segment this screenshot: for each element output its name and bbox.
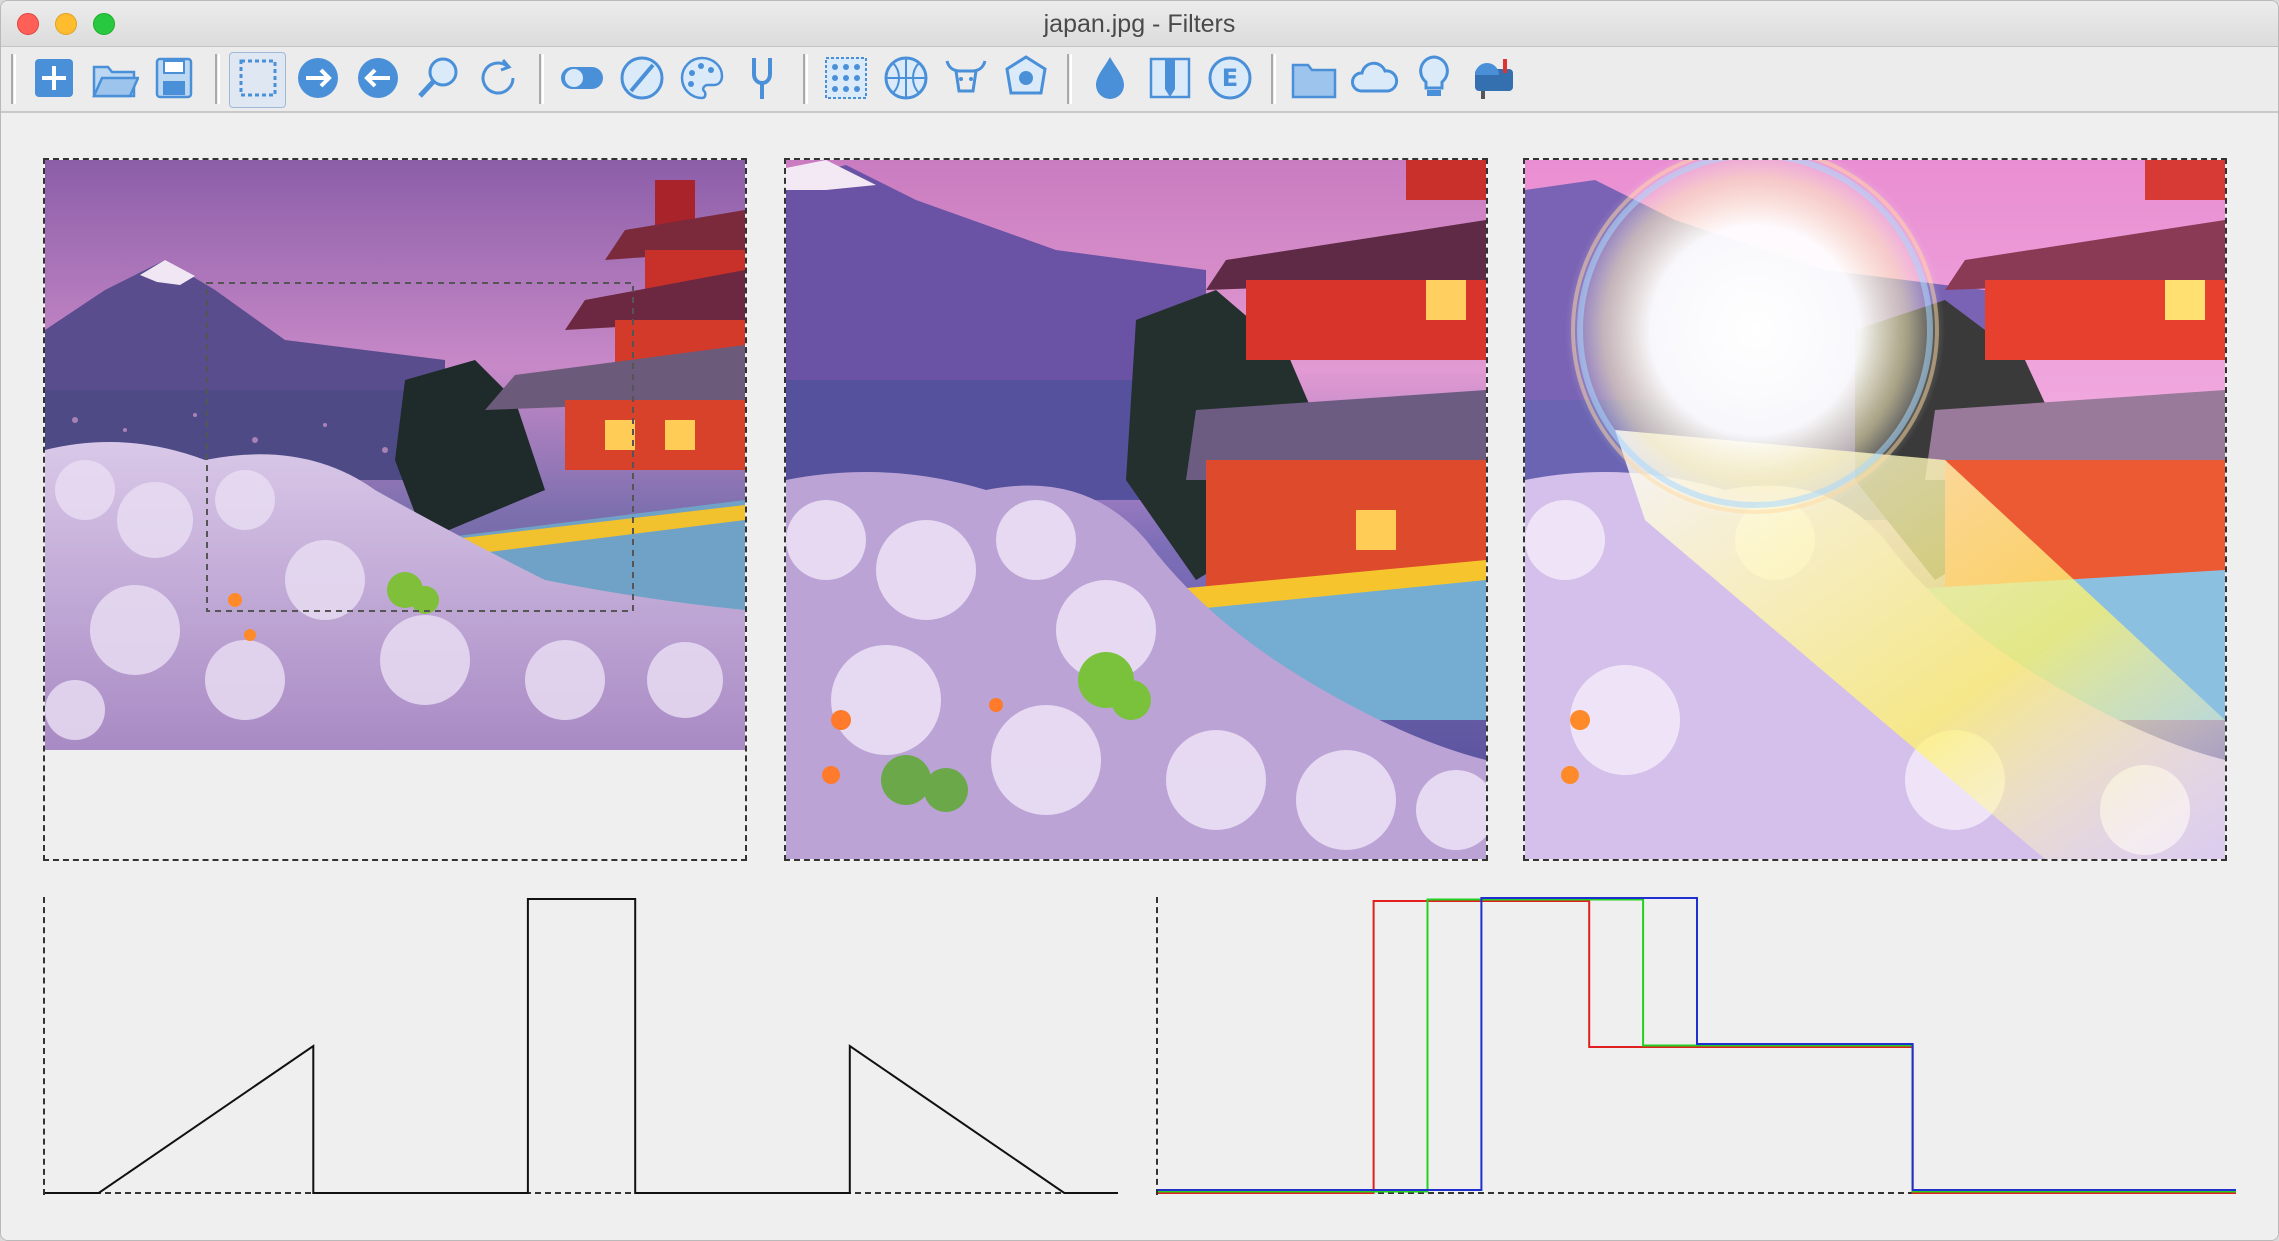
toolbar-separator [803, 54, 805, 104]
cloud-icon [1349, 53, 1399, 108]
open-folder-icon [89, 53, 140, 108]
original-image-panel[interactable] [43, 158, 747, 861]
title-bar: japan.jpg - Filters [1, 1, 2278, 47]
drop-button[interactable] [1081, 52, 1138, 108]
arrow-right-button[interactable] [289, 52, 346, 108]
zoom-button[interactable] [409, 52, 466, 108]
save-button[interactable] [145, 52, 202, 108]
select-rect-icon [233, 53, 283, 108]
cloud-button[interactable] [1345, 52, 1402, 108]
folder-button[interactable] [1285, 52, 1342, 108]
toolbar-separator [539, 54, 541, 104]
select-rect-button[interactable] [229, 52, 286, 108]
original-image [45, 160, 745, 859]
brush-circle-icon [617, 53, 667, 108]
toggle-icon [557, 53, 607, 108]
filter-curve-line [45, 898, 1118, 1194]
mailbox-button[interactable] [1465, 52, 1522, 108]
arrow-left-button[interactable] [349, 52, 406, 108]
polyhedron-button[interactable] [997, 52, 1054, 108]
e-circle-icon: E [1205, 53, 1255, 108]
sphere-icon [881, 53, 931, 108]
e-circle-button[interactable]: E [1201, 52, 1258, 108]
open-folder-button[interactable] [85, 52, 142, 108]
app-window: japan.jpg - Filters E [0, 0, 2279, 1241]
rotate-button[interactable] [469, 52, 526, 108]
flare-image [1525, 160, 2225, 859]
toolbar-separator [215, 54, 217, 104]
bull-icon [941, 53, 991, 108]
window-title: japan.jpg - Filters [1043, 10, 1236, 38]
mailbox-icon [1469, 53, 1519, 108]
new-button[interactable] [25, 52, 82, 108]
zoom-icon [413, 53, 463, 108]
lightbulb-icon [1409, 53, 1459, 108]
save-icon [149, 53, 199, 108]
new-icon [29, 53, 79, 108]
pencil-box-icon [1145, 53, 1195, 108]
pencil-box-button[interactable] [1141, 52, 1198, 108]
dot-grid-button[interactable] [817, 52, 874, 108]
svg-text:E: E [1221, 64, 1237, 92]
rgb-curve-svg [1158, 897, 2236, 1194]
polyhedron-icon [1001, 53, 1051, 108]
arrow-left-icon [353, 53, 403, 108]
filter-curve-plot [43, 897, 1118, 1195]
rotate-icon [473, 53, 523, 108]
drop-icon [1085, 53, 1135, 108]
toolbar-separator [1271, 54, 1273, 104]
folder-icon [1289, 53, 1339, 108]
toggle-button[interactable] [553, 52, 610, 108]
image-workspace [1, 113, 2278, 1240]
toolbar-separator [11, 54, 13, 104]
palette-button[interactable] [673, 52, 730, 108]
toolbar-separator [1067, 54, 1069, 104]
painterly-image-panel[interactable] [784, 158, 1488, 861]
brush-circle-button[interactable] [613, 52, 670, 108]
tuning-fork-icon [737, 53, 787, 108]
tuning-fork-button[interactable] [733, 52, 790, 108]
painterly-image [786, 160, 1486, 859]
lightbulb-button[interactable] [1405, 52, 1462, 108]
bull-button[interactable] [937, 52, 994, 108]
palette-icon [677, 53, 727, 108]
toolbar: E [1, 47, 2278, 113]
rgb-curve-plot [1156, 897, 2236, 1195]
filter-curve-svg [45, 898, 1118, 1194]
dot-grid-icon [821, 53, 871, 108]
arrow-right-icon [293, 53, 343, 108]
sphere-button[interactable] [877, 52, 934, 108]
blue-channel-line [1158, 897, 2236, 1191]
flare-image-panel[interactable] [1523, 158, 2227, 861]
